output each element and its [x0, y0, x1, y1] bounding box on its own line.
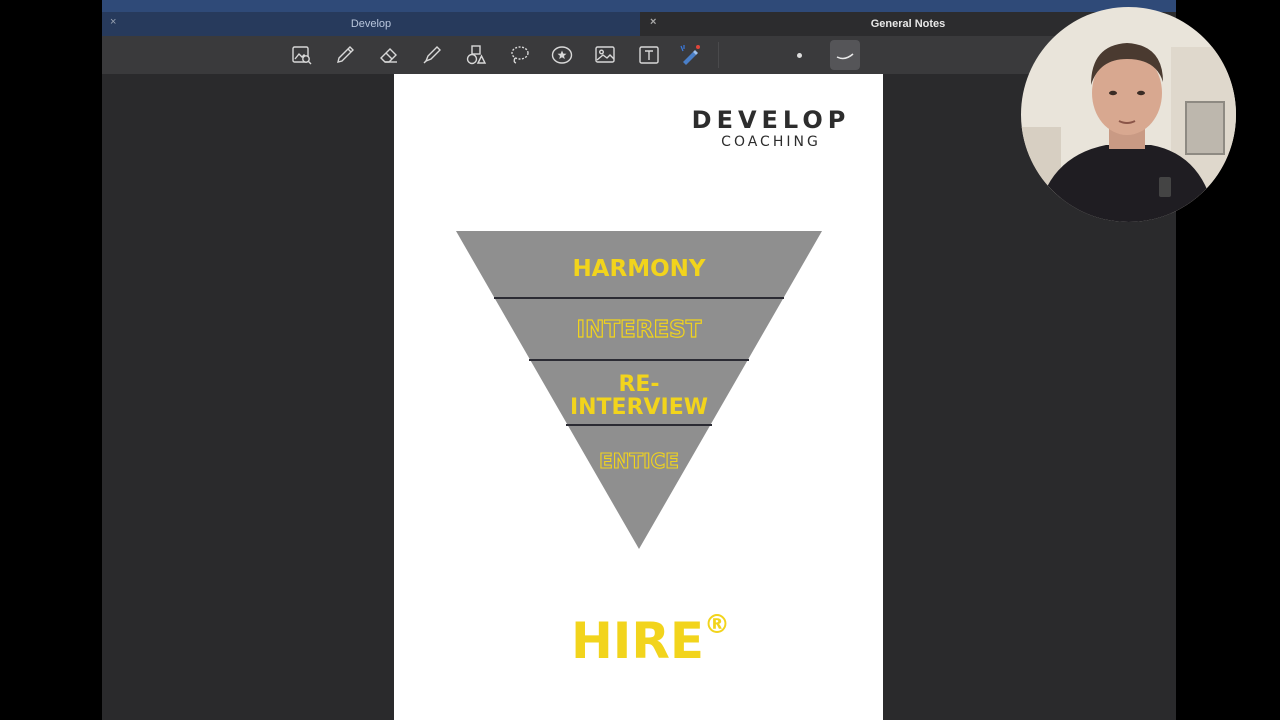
funnel-level-entice: ENTICE	[599, 449, 679, 473]
tab-develop[interactable]: × Develop	[102, 12, 640, 36]
funnel-level-re: RE-	[618, 372, 659, 397]
image-icon[interactable]	[594, 44, 616, 66]
highlighter-icon[interactable]	[421, 44, 443, 66]
funnel-level-harmony: HARMONY	[572, 256, 705, 282]
funnel-level-interest: INTEREST	[577, 317, 702, 343]
pen-icon[interactable]	[334, 44, 356, 66]
lasso-icon[interactable]	[508, 44, 530, 66]
tab-bar: × Develop × General Notes	[102, 12, 1176, 36]
drawing-toolbar	[102, 36, 1176, 74]
funnel-level-interview: INTERVIEW	[570, 395, 708, 420]
stroke-style-button[interactable]	[830, 40, 860, 70]
hire-title-text: HIRE	[570, 612, 705, 670]
sticker-icon[interactable]	[551, 44, 573, 66]
close-icon[interactable]: ×	[650, 16, 656, 28]
logo-main: DEVELOP	[691, 106, 851, 134]
hire-funnel-diagram: HARMONY INTEREST RE- INTERVIEW ENTICE	[456, 231, 822, 549]
text-icon[interactable]	[638, 44, 660, 66]
shapes-icon[interactable]	[465, 44, 487, 66]
laser-pointer-icon[interactable]	[679, 44, 701, 66]
tab-label: Develop	[350, 18, 392, 30]
eraser-icon[interactable]	[378, 44, 400, 66]
registered-mark: ®	[704, 610, 731, 640]
presenter-webcam	[1021, 7, 1236, 222]
status-strip	[102, 0, 1176, 12]
logo-sub: COACHING	[721, 134, 821, 150]
image-search-icon[interactable]	[291, 44, 313, 66]
develop-coaching-logo: DEVELOP COACHING	[686, 106, 856, 150]
stroke-size-dot[interactable]	[797, 53, 802, 58]
document-page: DEVELOP COACHING HARMONY INTEREST RE- IN…	[394, 74, 883, 720]
tab-label: General Notes	[870, 18, 946, 30]
close-icon[interactable]: ×	[110, 16, 116, 28]
hire-title: HIRE®	[394, 610, 883, 670]
toolbar-divider	[718, 42, 719, 68]
